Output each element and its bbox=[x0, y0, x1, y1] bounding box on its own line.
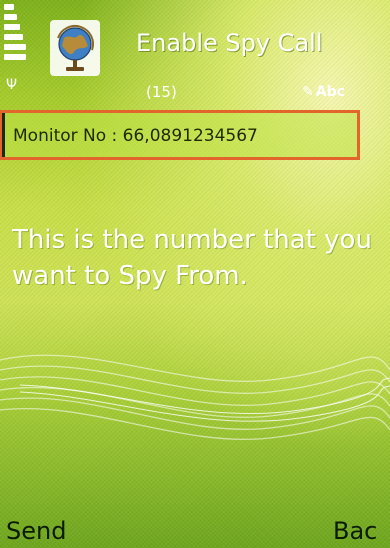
phone-screen: Ψ Enable Spy Call (15) ✎ Abc Monitor No :… bbox=[0, 0, 390, 548]
text-caret bbox=[2, 113, 5, 157]
signal-strength-icon bbox=[4, 4, 26, 74]
globe-icon bbox=[50, 20, 100, 76]
character-count: (15) bbox=[146, 83, 177, 101]
app-title: Enable Spy Call bbox=[136, 29, 323, 57]
input-mode-label: Abc bbox=[315, 84, 345, 100]
help-text: This is the number that you want to Spy … bbox=[12, 225, 372, 291]
back-softkey[interactable]: Bac bbox=[333, 516, 390, 546]
antenna-icon: Ψ bbox=[6, 77, 18, 93]
send-softkey[interactable]: Send bbox=[6, 516, 66, 546]
monitor-number-field[interactable]: Monitor No : 66,0891234567 bbox=[0, 110, 360, 160]
pencil-icon: ✎ bbox=[302, 84, 314, 100]
input-mode-indicator: ✎ Abc bbox=[302, 82, 345, 102]
background-waves bbox=[0, 354, 390, 440]
monitor-number-value: Monitor No : 66,0891234567 bbox=[13, 126, 258, 146]
